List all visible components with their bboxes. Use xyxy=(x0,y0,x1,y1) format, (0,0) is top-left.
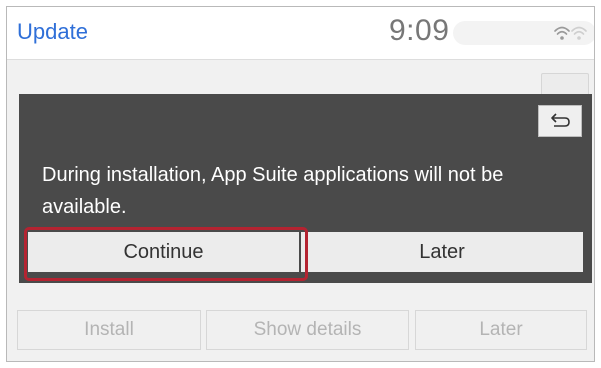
bottom-action-bar: Install Show details Later xyxy=(7,310,594,352)
header-bar: Update 9:09 xyxy=(7,7,594,60)
back-arrow-icon xyxy=(551,113,570,127)
show-details-button[interactable]: Show details xyxy=(206,310,409,350)
dialog-message: During installation, App Suite applicati… xyxy=(42,164,504,218)
continue-highlight-box xyxy=(24,227,308,281)
later-button[interactable]: Later xyxy=(301,232,583,272)
wifi-icon xyxy=(554,26,587,40)
update-screen: Update 9:09 Install Show details Later D… xyxy=(6,6,595,362)
later-button-background[interactable]: Later xyxy=(415,310,587,350)
clock-time: 9:09 xyxy=(389,14,450,47)
page-title: Update xyxy=(17,19,88,44)
back-button[interactable] xyxy=(538,105,582,137)
install-button[interactable]: Install xyxy=(17,310,201,350)
